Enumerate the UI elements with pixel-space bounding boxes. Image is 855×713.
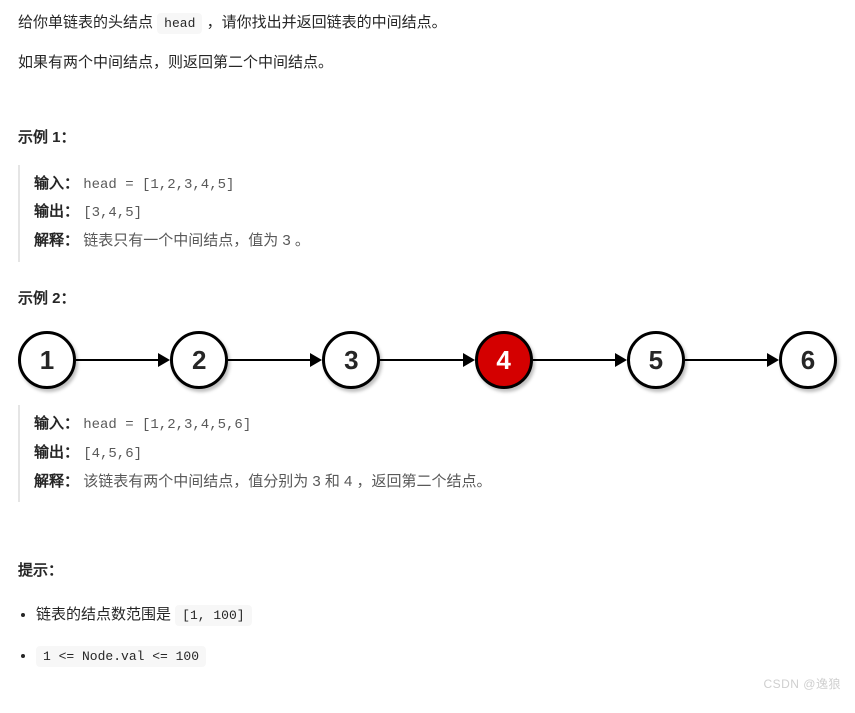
explain-text: 该链表有两个中间结点，值分别为 3 和 4 ，返回第二个结点。: [83, 473, 491, 490]
hint-item-2: 1 <= Node.val <= 100: [36, 643, 837, 669]
node-3: 3: [322, 331, 380, 389]
example-2-title: 示例 2：: [18, 286, 837, 312]
hint-code: 1 <= Node.val <= 100: [36, 646, 206, 667]
hints-title: 提示：: [18, 558, 837, 584]
intro-text-pre: 给你单链表的头结点: [18, 14, 157, 31]
node-2: 2: [170, 331, 228, 389]
input-label: 输入：: [34, 175, 79, 192]
watermark: CSDN @逸狼: [763, 674, 841, 694]
example-1-block: 输入： head = [1,2,3,4,5] 输出： [3,4,5] 解释： 链…: [18, 165, 837, 262]
example-2-output: 输出： [4,5,6]: [34, 440, 837, 467]
arrow-icon: [533, 355, 627, 365]
head-code: head: [157, 13, 202, 34]
hints-list: 链表的结点数范围是 [1, 100] 1 <= Node.val <= 100: [18, 602, 837, 669]
explain-text: 链表只有一个中间结点，值为 3 。: [83, 232, 310, 249]
intro-paragraph-1: 给你单链表的头结点 head ，请你找出并返回链表的中间结点。: [18, 10, 837, 36]
linked-list-diagram: 1 2 3 4 5 6: [18, 331, 837, 389]
input-value: head = [1,2,3,4,5]: [83, 177, 234, 193]
node-4: 4: [475, 331, 533, 389]
example-2-block: 输入： head = [1,2,3,4,5,6] 输出： [4,5,6] 解释：…: [18, 405, 837, 502]
arrow-icon: [685, 355, 779, 365]
input-value: head = [1,2,3,4,5,6]: [83, 417, 251, 433]
intro-text-post: ，请你找出并返回链表的中间结点。: [207, 14, 447, 31]
input-label: 输入：: [34, 415, 79, 432]
hint-text: 链表的结点数范围是: [36, 606, 175, 623]
node-5: 5: [627, 331, 685, 389]
example-1-input: 输入： head = [1,2,3,4,5]: [34, 171, 837, 198]
example-2-explain: 解释： 该链表有两个中间结点，值分别为 3 和 4 ，返回第二个结点。: [34, 469, 837, 495]
explain-label: 解释：: [34, 473, 79, 490]
node-6: 6: [779, 331, 837, 389]
output-label: 输出：: [34, 444, 79, 461]
node-1: 1: [18, 331, 76, 389]
output-value: [3,4,5]: [83, 205, 142, 221]
example-1-output: 输出： [3,4,5]: [34, 199, 837, 226]
explain-label: 解释：: [34, 232, 79, 249]
arrow-icon: [228, 355, 322, 365]
example-1-title: 示例 1：: [18, 125, 837, 151]
output-value: [4,5,6]: [83, 446, 142, 462]
hint-item-1: 链表的结点数范围是 [1, 100]: [36, 602, 837, 628]
arrow-icon: [380, 355, 474, 365]
hint-code: [1, 100]: [175, 605, 251, 626]
example-2-input: 输入： head = [1,2,3,4,5,6]: [34, 411, 837, 438]
intro-paragraph-2: 如果有两个中间结点，则返回第二个中间结点。: [18, 50, 837, 76]
arrow-icon: [76, 355, 170, 365]
output-label: 输出：: [34, 203, 79, 220]
example-1-explain: 解释： 链表只有一个中间结点，值为 3 。: [34, 228, 837, 254]
